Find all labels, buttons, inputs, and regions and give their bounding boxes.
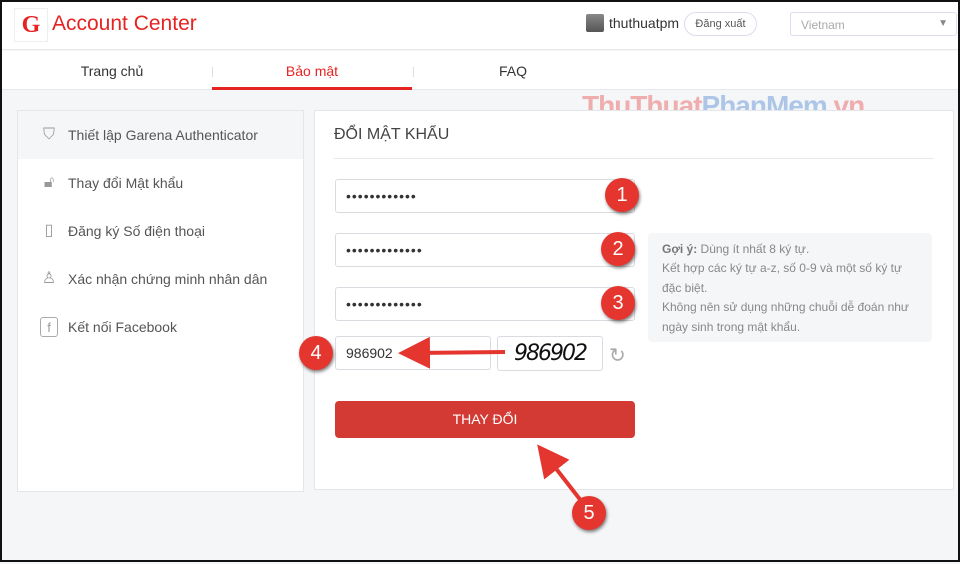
- annotation-arrows: [398, 336, 584, 504]
- annotation-badge: 1: [605, 178, 639, 212]
- arrow: [398, 336, 506, 369]
- arrow: [537, 444, 584, 504]
- annotation-badge: 2: [601, 232, 635, 266]
- annotation-badge: 4: [299, 336, 333, 370]
- annotation-badge: 5: [572, 496, 606, 530]
- annotation-badge: 3: [601, 286, 635, 320]
